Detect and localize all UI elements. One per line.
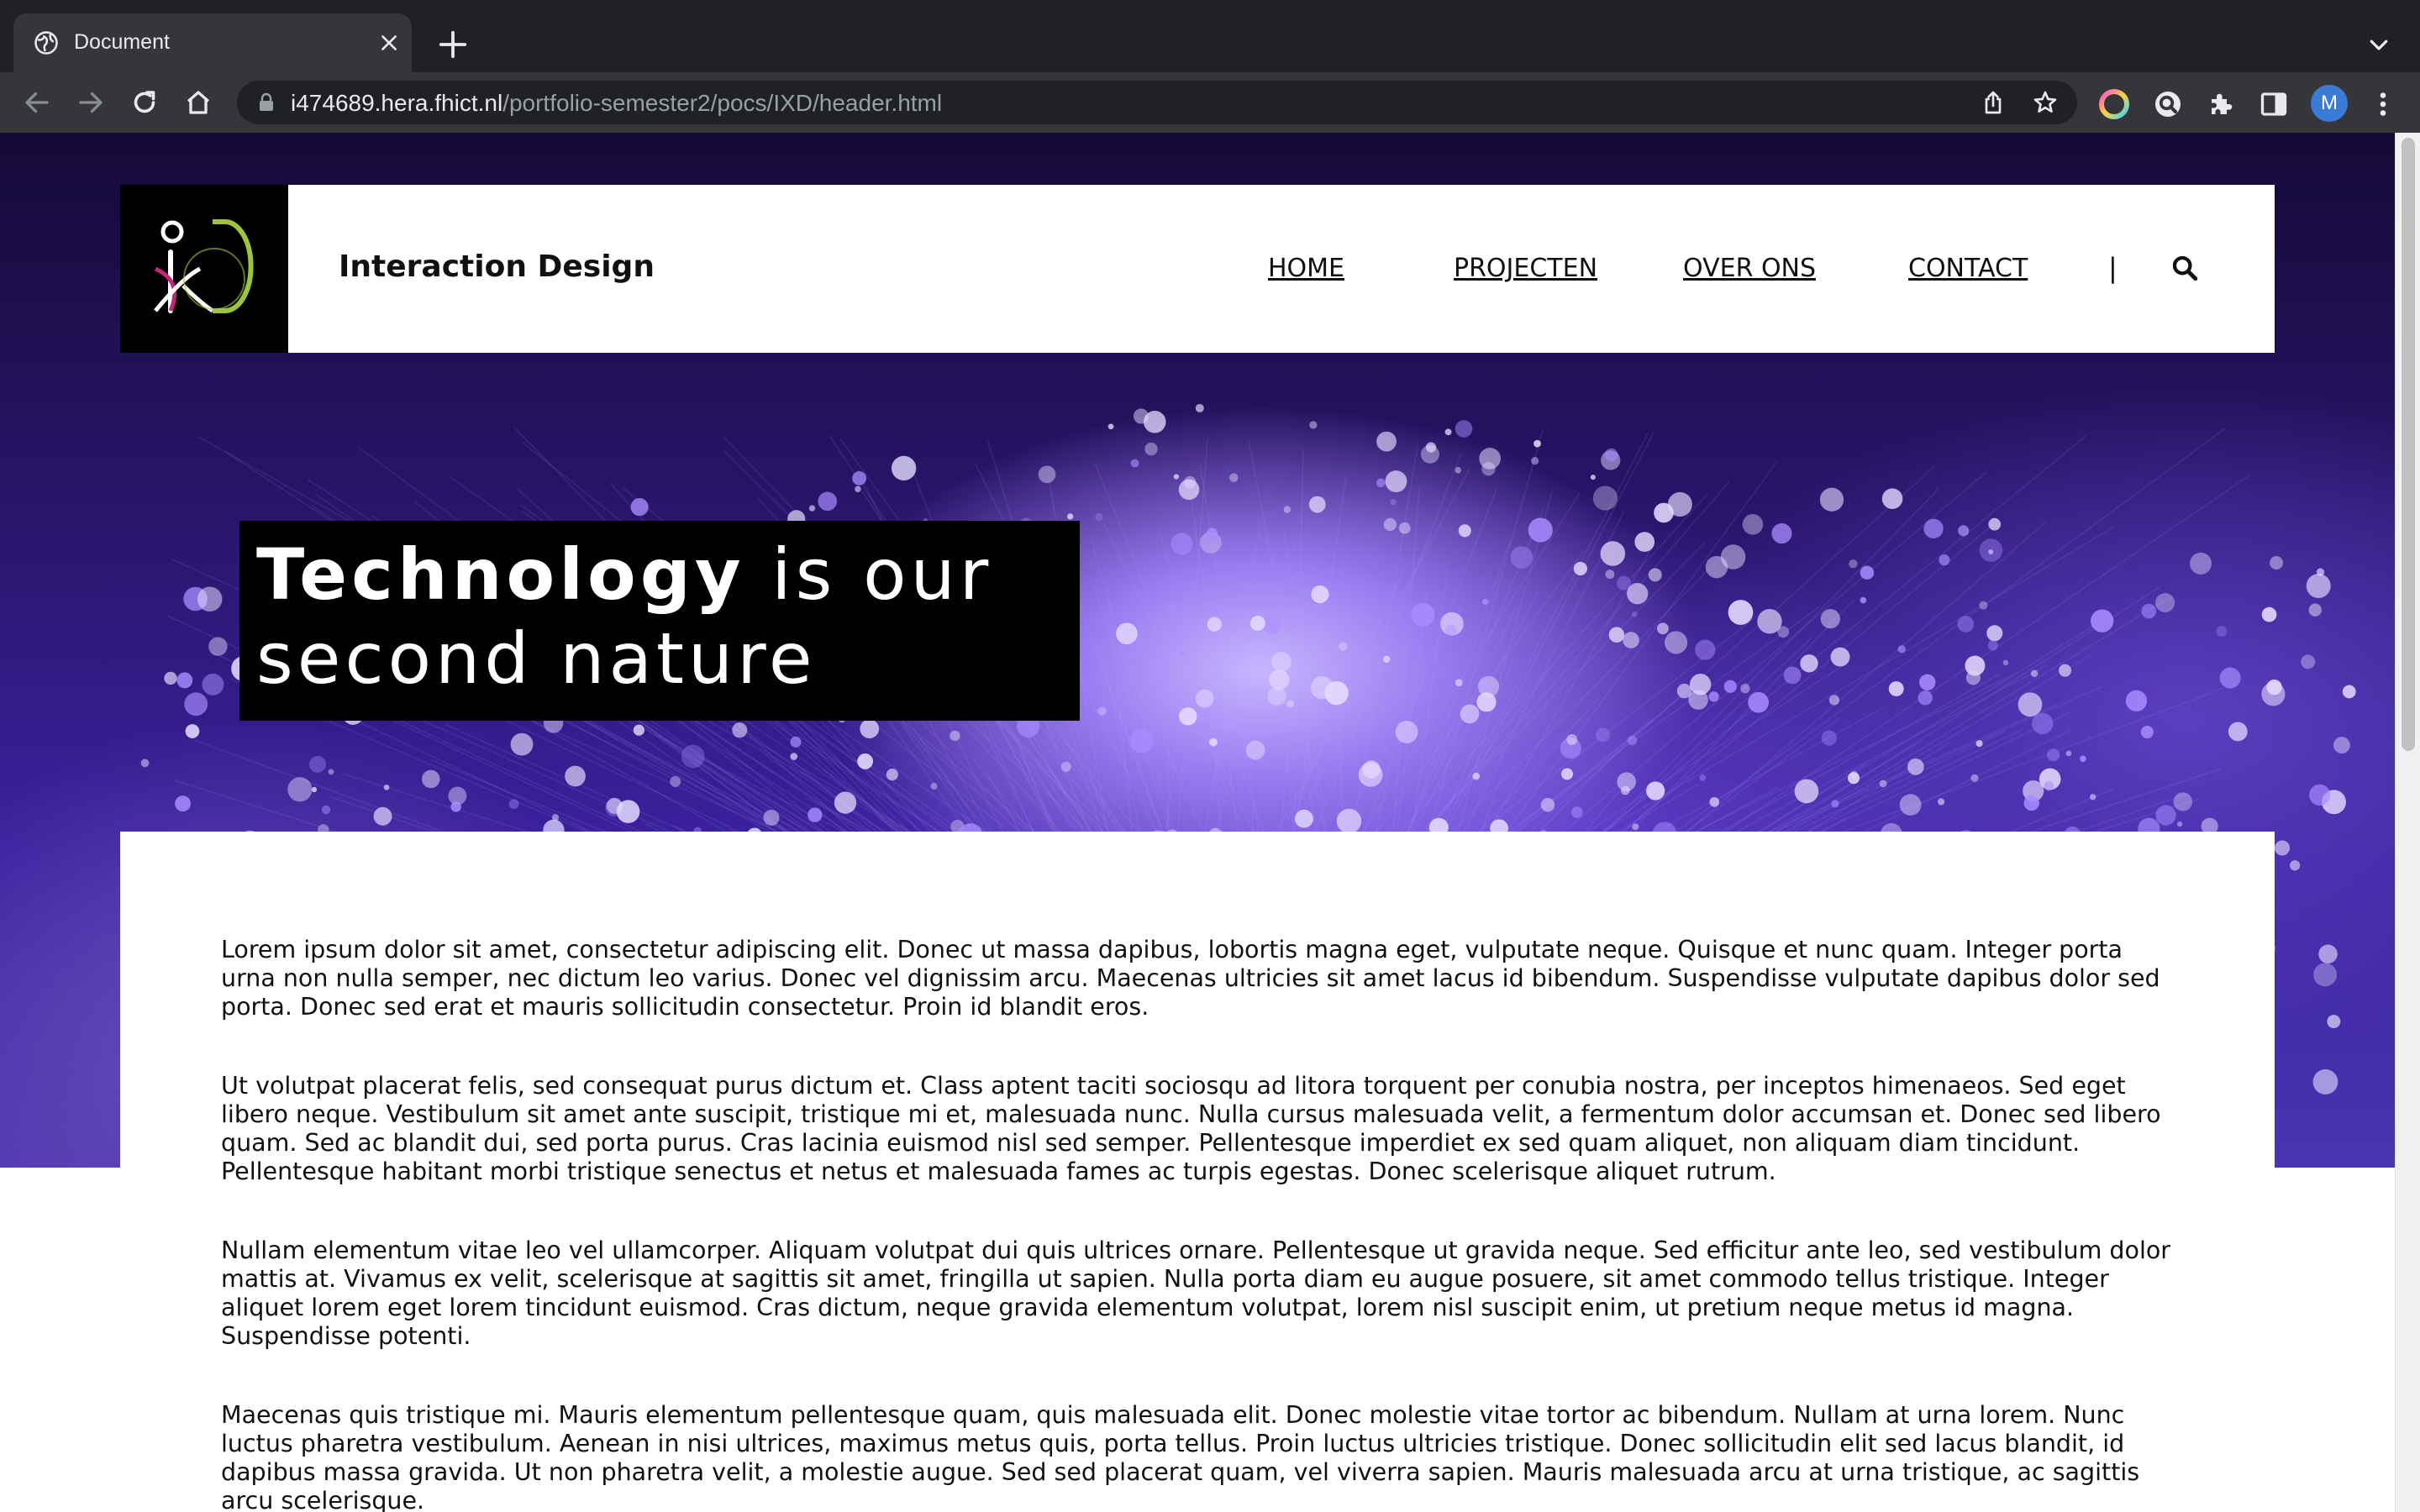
paragraph-1: Lorem ipsum dolor sit amet, consectetur … [221,936,2160,1021]
site-header: Interaction Design HOME PROJECTEN OVER O… [288,185,2275,353]
hero-tagline: Technology is our second nature [239,521,1080,721]
lock-icon[interactable] [257,92,276,113]
page-scrollbar[interactable] [2395,133,2420,1512]
plus-icon[interactable] [437,29,469,60]
site-title[interactable]: Interaction Design [339,249,655,284]
url-text: i474689.hera.fhict.nl/portfolio-semester… [291,90,942,117]
kebab-menu-icon[interactable] [2368,89,2398,119]
paragraph-3: Nullam elementum vitae leo vel ullamcorp… [221,1236,2171,1350]
tagline-bold: Technology [256,533,745,616]
forward-arrow-icon[interactable] [76,87,106,118]
tagline-rest-1: is our [744,533,993,616]
browser-tab[interactable]: Document [13,13,412,72]
tagline-text: Technology is our second nature [256,533,992,701]
close-icon[interactable] [378,32,400,54]
url-host: i474689.hera.fhict.nl [291,90,503,116]
sidepanel-icon[interactable] [2259,89,2289,119]
chevron-down-icon[interactable] [2366,32,2391,57]
reload-icon[interactable] [129,87,160,118]
nav-contact[interactable]: CONTACT [1908,254,2028,283]
puzzle-icon[interactable] [2207,89,2237,119]
star-icon[interactable] [2032,89,2059,116]
web-page: ixd Interaction Design HOME PROJECTEN OV… [0,133,2420,1512]
tab-title: Document [74,30,170,54]
avatar[interactable]: M [2311,85,2348,122]
browser-toolbar: i474689.hera.fhict.nl/portfolio-semester… [0,72,2420,133]
paragraph-2: Ut volutpat placerat felis, sed consequa… [221,1072,2161,1185]
ixd-logo-icon: ixd [154,219,254,313]
paragraph-4: Maecenas quis tristique mi. Mauris eleme… [221,1401,2140,1512]
globe-icon [34,31,58,55]
search-extension-icon[interactable] [2153,89,2183,119]
home-icon[interactable] [183,87,213,118]
nav-separator: | [2108,252,2118,284]
tagline-rest-2: second nature [256,617,817,700]
scrollbar-thumb[interactable] [2402,138,2415,751]
back-arrow-icon[interactable] [22,87,52,118]
site-logo[interactable]: ixd [120,185,288,353]
share-icon[interactable] [1980,89,2007,116]
nav-home[interactable]: HOME [1268,254,1344,283]
nav-over-ons[interactable]: OVER ONS [1683,254,1816,283]
color-extension-icon[interactable] [2099,89,2129,119]
content-card: Lorem ipsum dolor sit amet, consectetur … [120,832,2275,1512]
search-icon[interactable] [2170,254,2199,282]
tab-strip: Document [0,0,2420,72]
address-bar[interactable]: i474689.hera.fhict.nl/portfolio-semester… [237,81,2077,124]
nav-projecten[interactable]: PROJECTEN [1454,254,1597,283]
url-path: /portfolio-semester2/pocs/IXD/header.htm… [502,90,943,116]
